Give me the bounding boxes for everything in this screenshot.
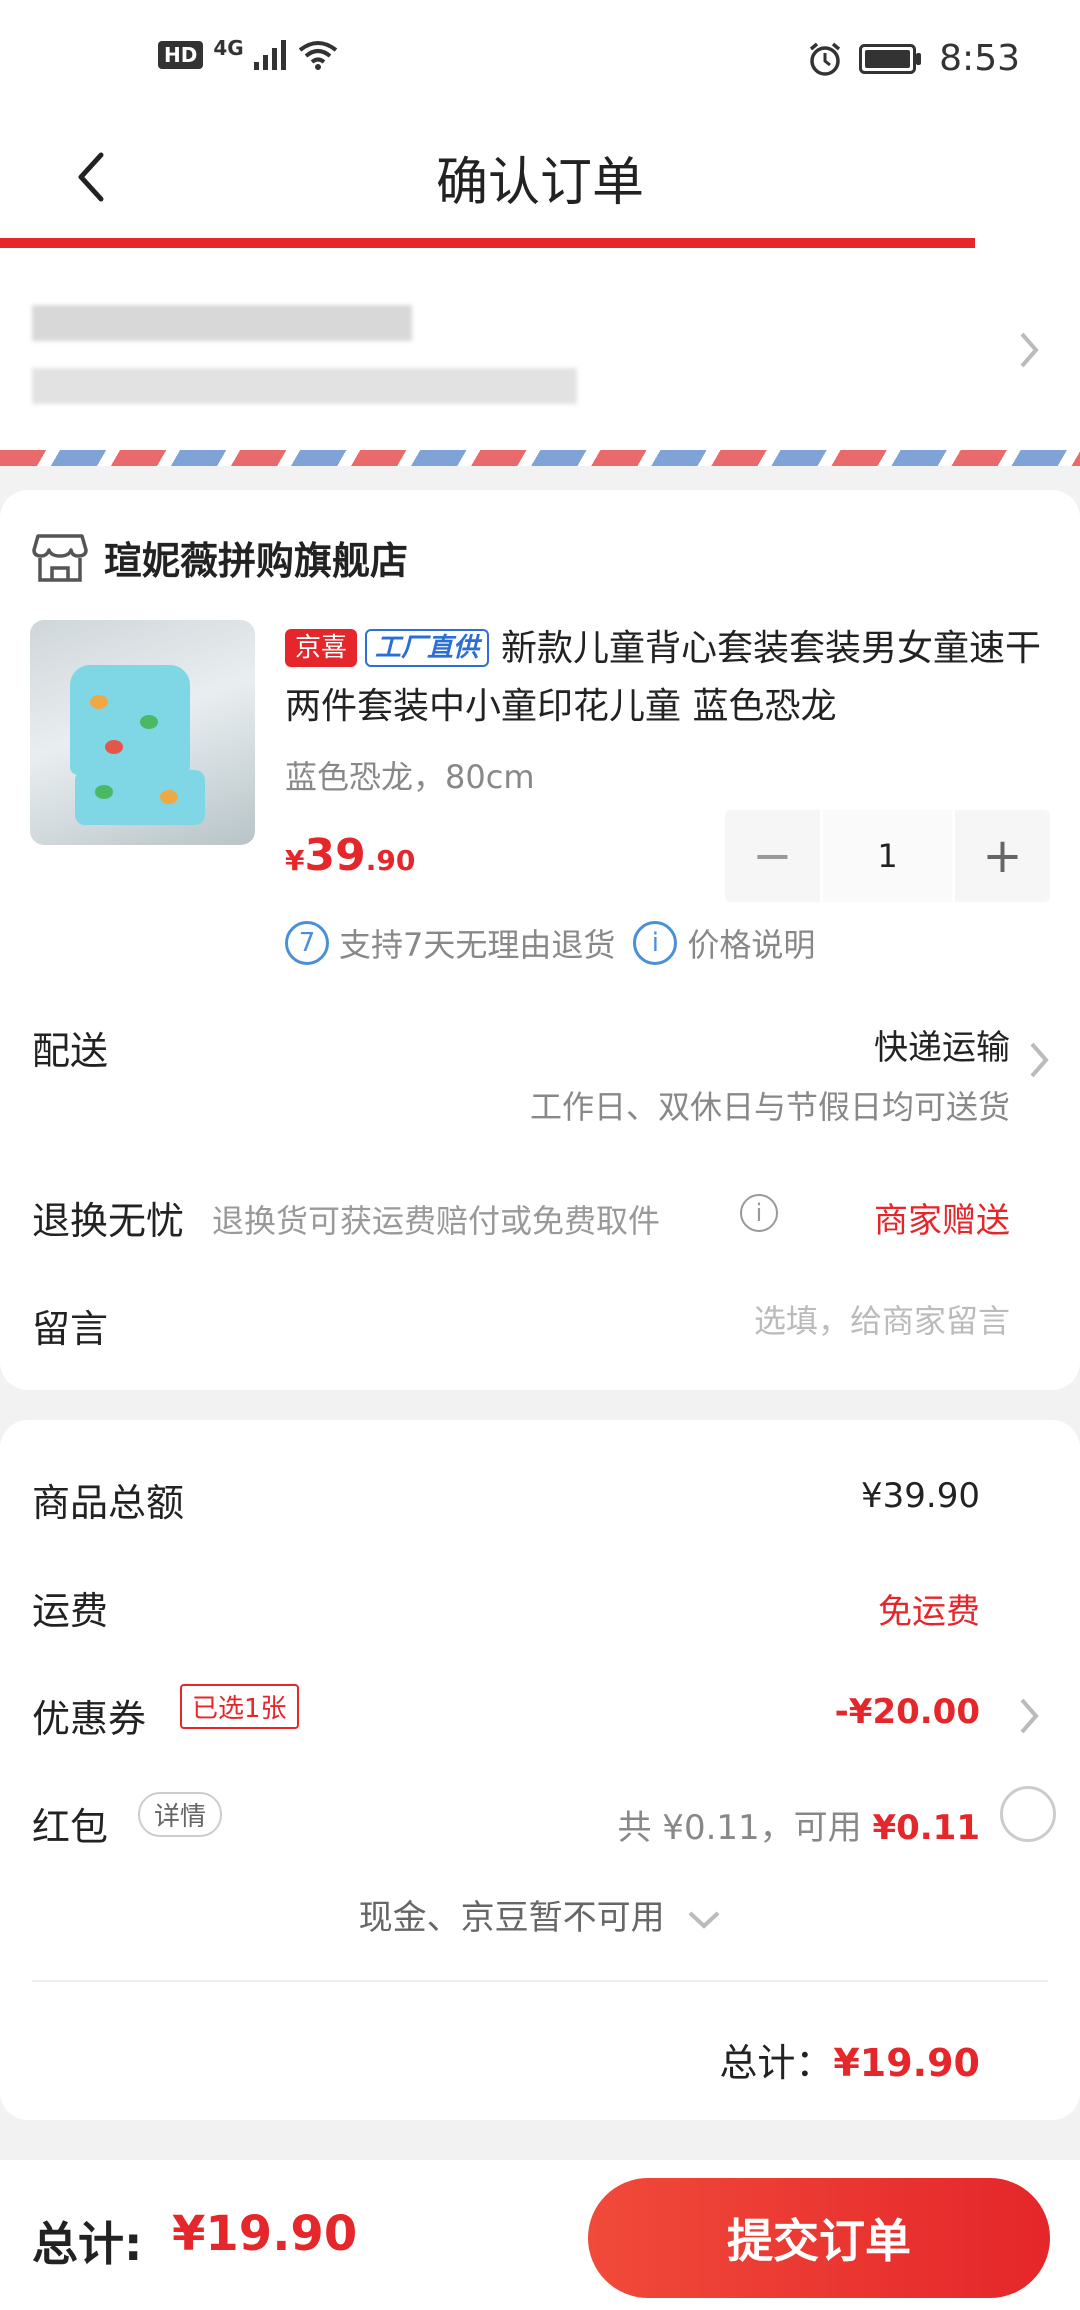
redpacket-detail-button[interactable]: 详情 xyxy=(138,1792,223,1837)
bottom-total-label: 总计: xyxy=(32,2217,143,2271)
seven-day-return-icon: 7 xyxy=(285,921,329,965)
coupon-value[interactable]: -¥20.00 xyxy=(835,1692,980,1732)
product-shorts-graphic xyxy=(75,770,205,825)
network-type: 4G xyxy=(213,36,244,60)
signal-icon xyxy=(253,40,286,70)
summary-total: 总计：¥19.90 xyxy=(719,2041,980,2085)
status-right: 8:53 xyxy=(807,38,1020,79)
product-spec: 蓝色恐龙，80cm xyxy=(285,758,535,796)
submit-order-button[interactable]: 提交订单 xyxy=(588,2178,1050,2298)
coupon-selected-tag: 已选1张 xyxy=(180,1684,299,1729)
hd-badge: HD xyxy=(158,41,204,69)
product-image[interactable] xyxy=(30,620,255,845)
message-input[interactable] xyxy=(590,1302,1010,1340)
delivery-method[interactable]: 快递运输 xyxy=(874,1020,1010,1069)
subtotal-value: ¥39.90 xyxy=(861,1476,980,1516)
price-explanation-link[interactable]: 价格说明 xyxy=(687,920,815,966)
shop-name: 瑄妮薇拼购旗舰店 xyxy=(104,539,409,583)
info-icon[interactable]: i xyxy=(740,1194,778,1232)
quantity-stepper: − 1 + xyxy=(725,810,1050,902)
address-envelope-stripe xyxy=(0,450,1080,466)
address-detail-blurred xyxy=(32,368,577,404)
chevron-right-icon[interactable] xyxy=(1028,1040,1050,1090)
quantity-decrease-button[interactable]: − xyxy=(725,810,820,902)
header-progress-line xyxy=(0,238,975,248)
chevron-down-icon xyxy=(689,1911,720,1929)
return-worry-value: 商家赠送 xyxy=(874,1201,1010,1241)
product-title-block[interactable]: 京喜 工厂直供 新款儿童背心套装套装男女童速干两件套装中小童印花儿童 蓝色恐龙 xyxy=(285,620,1045,736)
return-worry-label: 退换无忧 xyxy=(32,1199,185,1243)
delivery-label: 配送 xyxy=(32,1029,109,1073)
return-worry-desc: 退换货可获运费赔付或免费取件 xyxy=(212,1202,661,1240)
status-bar: HD 4G 8:53 xyxy=(0,0,1080,120)
cash-beans-toggle[interactable]: 现金、京豆暂不可用 xyxy=(0,1890,1080,1939)
summary-divider xyxy=(32,1980,1048,1982)
bottom-bar: 总计: ¥19.90 提交订单 xyxy=(0,2160,1080,2310)
store-icon xyxy=(32,533,88,582)
page-title: 确认订单 xyxy=(435,153,644,213)
status-left: HD 4G xyxy=(158,36,338,70)
battery-icon xyxy=(859,43,922,74)
clock-time: 8:53 xyxy=(939,38,1020,79)
subtotal-label: 商品总额 xyxy=(32,1481,185,1525)
chevron-right-icon xyxy=(1018,330,1040,380)
address-name-blurred xyxy=(32,305,412,341)
alarm-icon xyxy=(810,42,841,76)
shipping-value: 免运费 xyxy=(878,1592,980,1632)
shipping-label: 运费 xyxy=(32,1589,109,1633)
quantity-value[interactable]: 1 xyxy=(820,810,955,902)
wifi-icon xyxy=(298,41,337,70)
price-summary-card: 商品总额 ¥39.90 运费 免运费 优惠券 已选1张 -¥20.00 红包 详… xyxy=(0,1420,1080,2120)
redpacket-usable: ¥0.11 xyxy=(872,1808,980,1848)
coupon-label: 优惠券 xyxy=(32,1697,147,1741)
redpacket-value: 共 ¥0.11，可用 ¥0.11 xyxy=(617,1808,981,1848)
delivery-schedule-note: 工作日、双休日与节假日均可送货 xyxy=(529,1088,1010,1126)
service-row: 7 支持7天无理由退货 i 价格说明 xyxy=(285,920,815,966)
info-icon: i xyxy=(633,921,678,965)
redpacket-radio[interactable] xyxy=(1000,1786,1056,1842)
page-header: 确认订单 xyxy=(0,120,1080,250)
address-card[interactable] xyxy=(0,250,1080,450)
chevron-right-icon[interactable] xyxy=(1018,1696,1040,1746)
redpacket-label: 红包 xyxy=(32,1805,109,1849)
seven-day-return-text[interactable]: 支持7天无理由退货 xyxy=(339,920,615,966)
bottom-total-amount: ¥19.90 xyxy=(172,2206,358,2262)
shop-row[interactable]: 瑄妮薇拼购旗舰店 xyxy=(32,530,408,585)
quantity-increase-button[interactable]: + xyxy=(955,810,1050,902)
message-label: 留言 xyxy=(32,1307,109,1351)
product-price: ¥39.90 xyxy=(285,830,416,881)
factory-direct-tag: 工厂直供 xyxy=(365,629,490,667)
jingxi-tag: 京喜 xyxy=(285,629,358,667)
product-card: 瑄妮薇拼购旗舰店 京喜 工厂直供 新款儿童背心套装套装男女童速干两件套装中小童印花儿… xyxy=(0,490,1080,1390)
product-shirt-graphic xyxy=(70,665,190,775)
summary-total-amount: ¥19.90 xyxy=(833,2041,980,2085)
